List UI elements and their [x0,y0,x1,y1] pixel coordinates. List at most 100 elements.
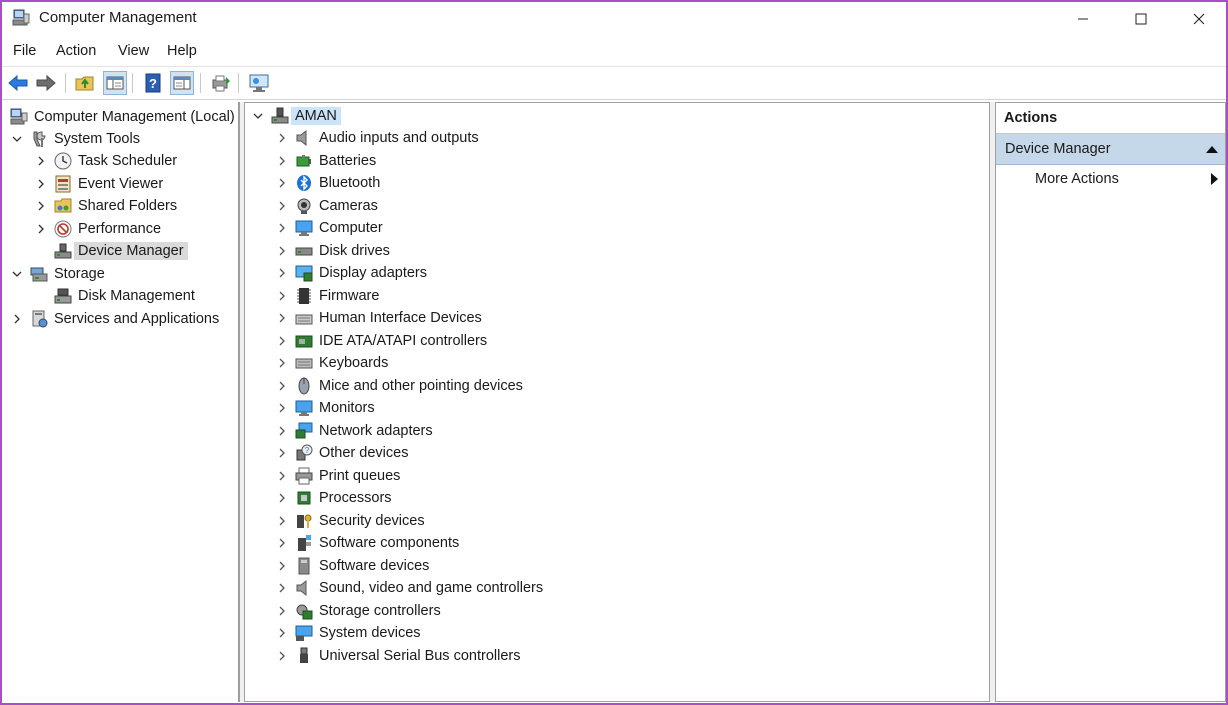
tree-item-disk-management[interactable]: Disk Management [34,285,195,307]
device-category-row[interactable]: Security devices [275,510,425,532]
tree-label: System Tools [54,131,140,147]
actions-section-device-manager[interactable]: Device Manager [996,134,1225,165]
tree-item-event-viewer[interactable]: Event Viewer [34,173,163,195]
device-category-row[interactable]: ? Other devices [275,442,408,464]
collapse-up-icon[interactable] [1206,145,1218,153]
action-pane-button[interactable] [170,71,194,95]
tree-label: Event Viewer [78,176,164,192]
tree-item-task-scheduler[interactable]: Task Scheduler [34,150,177,172]
chevron-right-icon[interactable] [275,266,289,280]
device-category-row[interactable]: Software components [275,532,459,554]
computer-icon [271,107,289,125]
device-category-row[interactable]: Sound, video and game controllers [275,577,543,599]
menu-help[interactable]: Help [167,43,197,59]
bluetooth-icon [295,174,313,192]
tree-item-device-manager[interactable]: Device Manager [34,240,188,262]
tree-item-services-and-applications[interactable]: Services and Applications [10,308,219,330]
device-category-row[interactable]: Firmware [275,285,379,307]
chevron-right-icon[interactable] [275,626,289,640]
menu-file[interactable]: File [13,43,36,59]
chevron-right-icon[interactable] [34,222,48,236]
chevron-right-icon[interactable] [275,379,289,393]
minimize-button[interactable] [1054,2,1112,36]
device-category-row[interactable]: Monitors [275,397,375,419]
chevron-right-icon[interactable] [275,424,289,438]
chevron-right-icon[interactable] [275,176,289,190]
chevron-right-icon[interactable] [275,221,289,235]
device-category-row[interactable]: Software devices [275,555,429,577]
chevron-right-icon[interactable] [275,559,289,573]
tree-item-shared-folders[interactable]: Shared Folders [34,195,177,217]
chevron-right-icon[interactable] [275,334,289,348]
menu-action[interactable]: Action [56,43,96,59]
show-hide-tree-button[interactable] [103,71,127,95]
chevron-right-icon[interactable] [275,401,289,415]
storage-controller-icon [295,602,313,620]
chevron-right-icon[interactable] [275,244,289,258]
chevron-down-icon[interactable] [251,109,265,123]
device-root[interactable]: AMAN [251,105,341,127]
more-actions-item[interactable]: More Actions [996,167,1225,191]
up-folder-icon [75,76,94,91]
chevron-right-icon[interactable] [34,199,48,213]
maximize-button[interactable] [1112,2,1170,36]
chevron-right-icon[interactable] [275,289,289,303]
device-category-row[interactable]: Computer [275,217,383,239]
chevron-right-icon[interactable] [34,154,48,168]
device-category-row[interactable]: Audio inputs and outputs [275,127,479,149]
chevron-right-icon[interactable] [275,514,289,528]
device-category-row[interactable]: Mice and other pointing devices [275,375,523,397]
chevron-right-icon[interactable] [10,312,24,326]
chevron-right-icon[interactable] [275,356,289,370]
export-button[interactable] [209,71,233,95]
forward-button[interactable] [34,71,58,95]
tree-root[interactable]: Computer Management (Local) [8,106,235,128]
device-category-row[interactable]: Processors [275,487,392,509]
device-category-row[interactable]: System devices [275,622,421,644]
device-category-row[interactable]: Storage controllers [275,600,441,622]
chevron-down-icon[interactable] [10,132,24,146]
device-category-label: Print queues [319,467,401,484]
device-category-row[interactable]: IDE ATA/ATAPI controllers [275,330,487,352]
chevron-right-icon[interactable] [275,131,289,145]
device-category-label: Disk drives [319,242,390,259]
maximize-icon [1135,13,1147,25]
device-category-row[interactable]: Universal Serial Bus controllers [275,645,520,667]
device-category-row[interactable]: Human Interface Devices [275,307,482,329]
chevron-right-icon[interactable] [275,446,289,460]
device-category-row[interactable]: Display adapters [275,262,427,284]
back-button[interactable] [6,71,30,95]
tree-item-system-tools[interactable]: System Tools [10,128,140,150]
toolbar-separator [200,73,201,93]
up-folder-button[interactable] [73,71,97,95]
device-category-row[interactable]: Network adapters [275,420,433,442]
device-category-row[interactable]: Print queues [275,465,400,487]
title-bar[interactable]: Computer Management [2,2,1226,36]
chevron-right-icon[interactable] [275,199,289,213]
tree-item-storage[interactable]: Storage [10,263,105,285]
chevron-down-icon[interactable] [10,267,24,281]
device-category-row[interactable]: Bluetooth [275,172,380,194]
chevron-right-icon[interactable] [275,604,289,618]
chevron-right-icon[interactable] [275,581,289,595]
help-button[interactable]: ? [141,71,165,95]
back-icon [8,75,28,91]
chevron-right-icon[interactable] [34,177,48,191]
menu-view[interactable]: View [118,43,149,59]
device-category-label: Monitors [319,400,375,416]
disk-drive-icon [295,242,313,260]
chevron-right-icon[interactable] [275,311,289,325]
chevron-right-icon[interactable] [275,491,289,505]
chevron-right-icon[interactable] [275,469,289,483]
device-category-row[interactable]: Batteries [275,150,376,172]
device-category-row[interactable]: Keyboards [275,352,388,374]
close-button[interactable] [1170,2,1226,36]
chevron-right-icon[interactable] [275,649,289,663]
monitor-button[interactable] [247,71,271,95]
tree-item-performance[interactable]: Performance [34,218,161,240]
forward-icon [36,75,56,91]
chevron-right-icon[interactable] [275,154,289,168]
chevron-right-icon[interactable] [275,536,289,550]
device-category-row[interactable]: Disk drives [275,240,390,262]
device-category-row[interactable]: Cameras [275,195,378,217]
